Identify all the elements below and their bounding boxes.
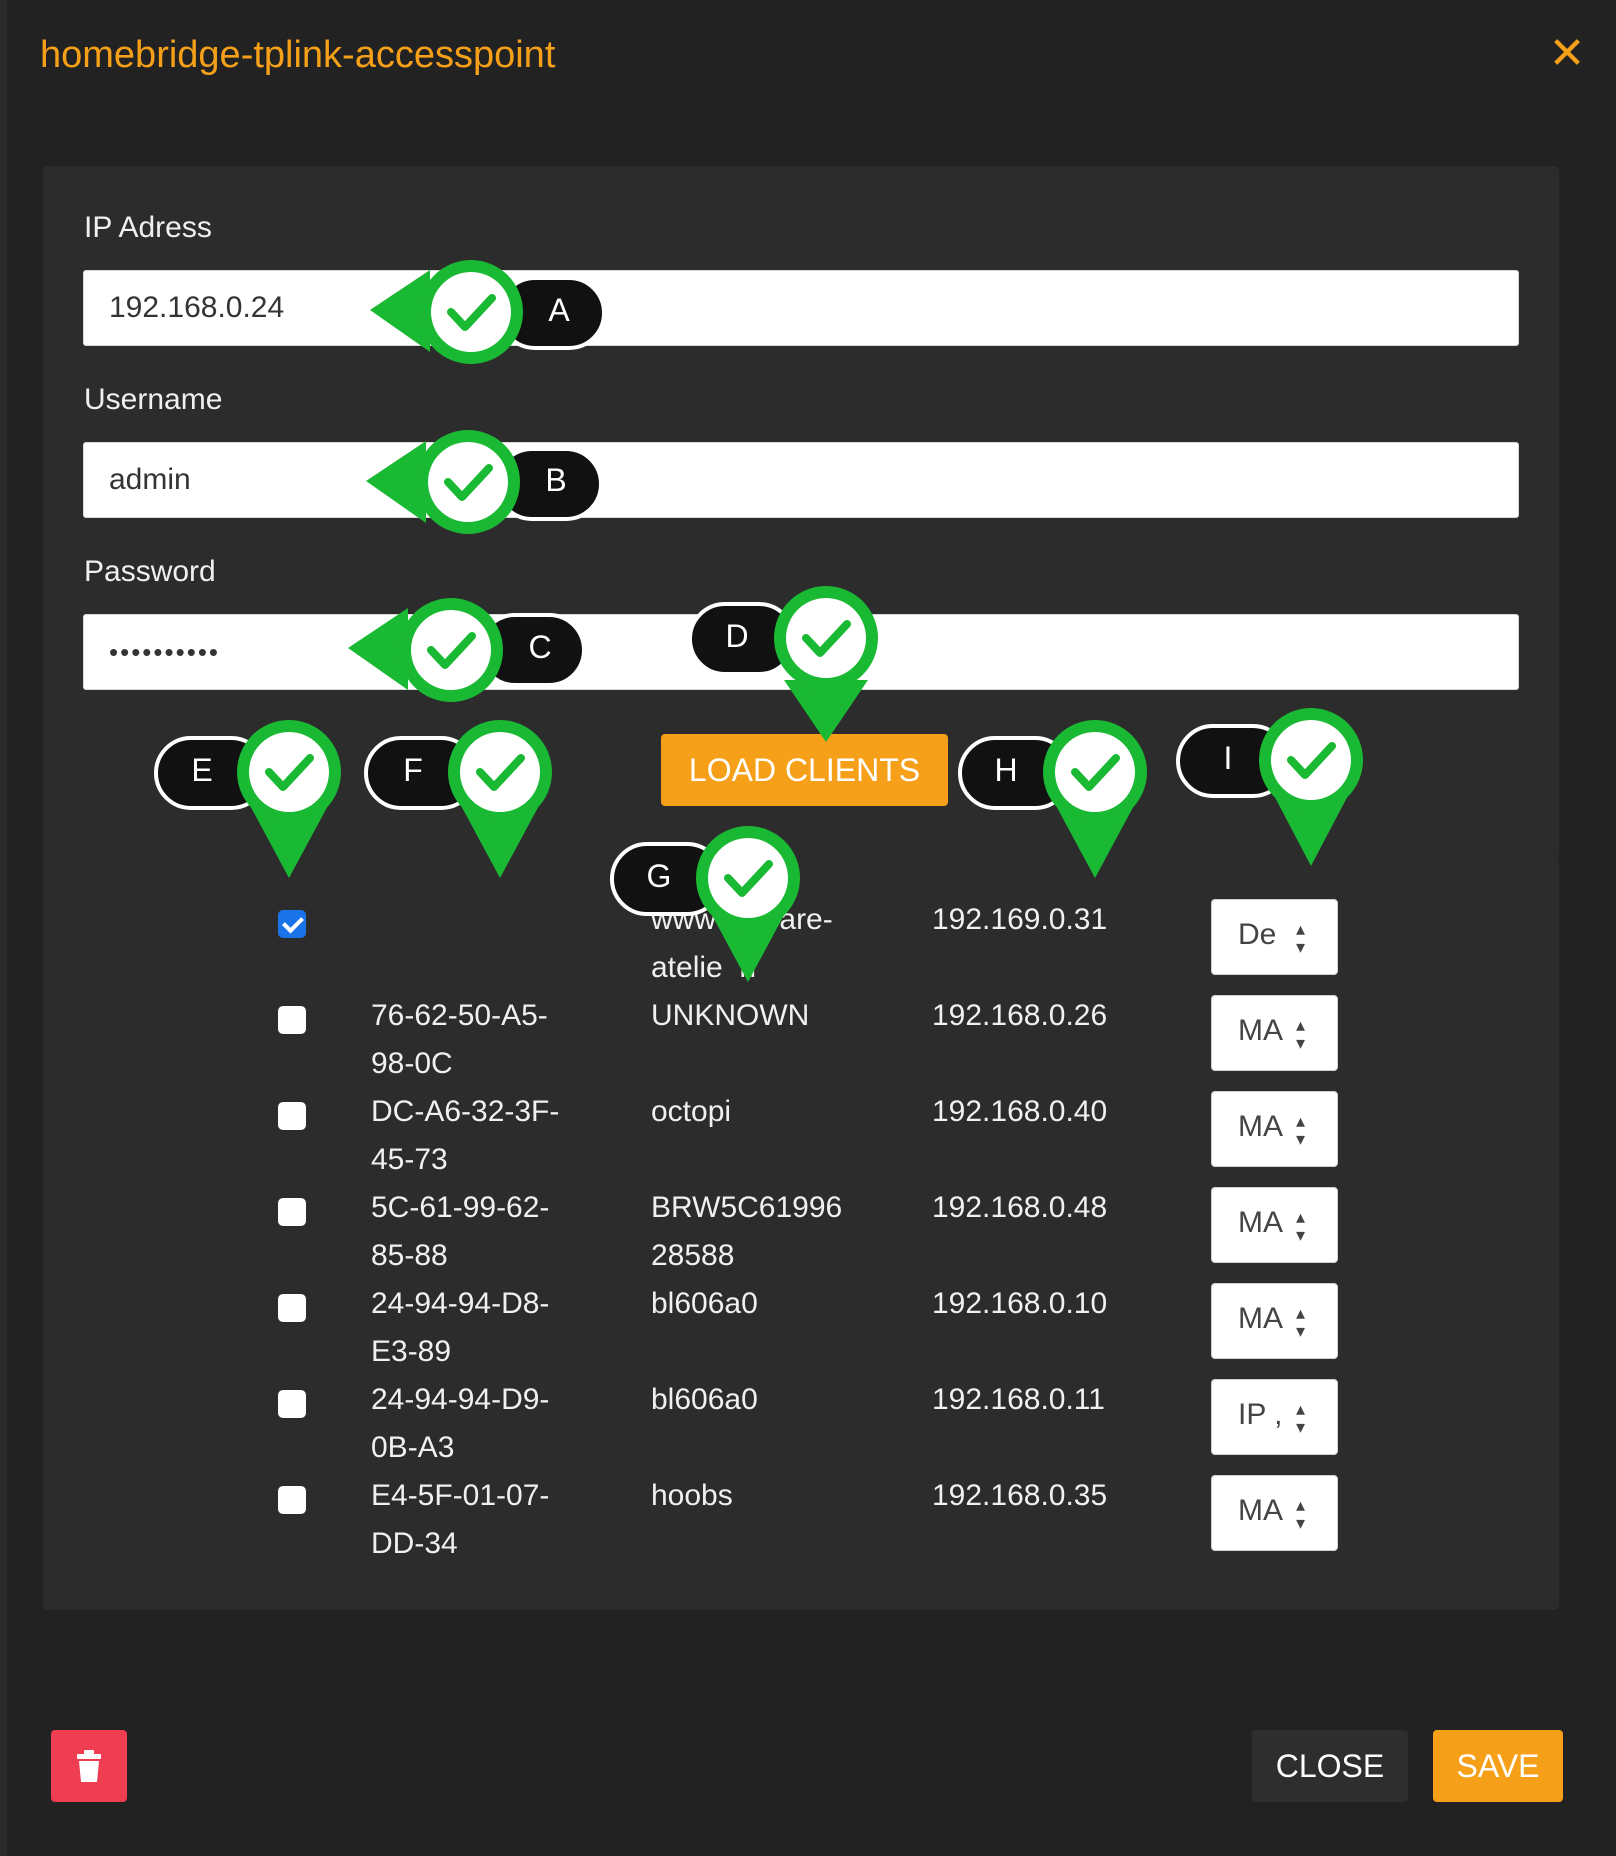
marker-d: D [688,586,878,742]
marker-g: G [610,826,800,982]
svg-text:G: G [647,858,672,894]
marker-e: E [154,720,341,878]
svg-text:I: I [1224,740,1233,776]
marker-i: I [1176,708,1363,866]
marker-c: C [348,598,586,702]
svg-text:C: C [528,629,551,665]
svg-text:H: H [994,752,1017,788]
svg-text:F: F [403,752,423,788]
marker-h: H [958,720,1147,878]
marker-a: A [370,260,606,364]
svg-text:E: E [191,752,212,788]
svg-text:B: B [545,462,566,498]
svg-text:A: A [548,292,570,328]
marker-f: F [364,720,552,878]
annotation-overlay: A B C D E F G H I [154,0,1616,982]
svg-text:D: D [725,618,748,654]
marker-b: B [366,430,603,534]
